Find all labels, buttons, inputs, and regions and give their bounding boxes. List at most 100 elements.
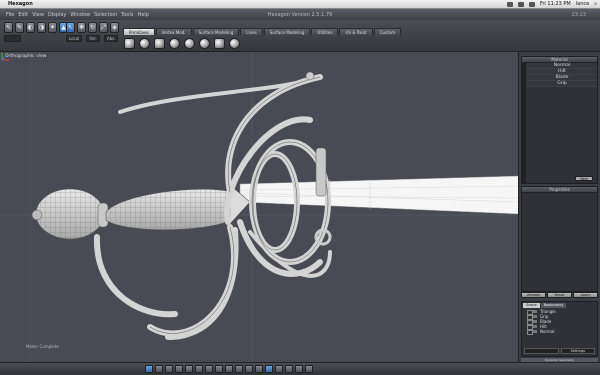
- tab-utilities[interactable]: Utilities: [311, 28, 339, 35]
- spotlight-icon[interactable]: ⌕: [594, 1, 597, 7]
- scene-item[interactable]: Normal: [522, 329, 597, 335]
- plane-primitive-icon[interactable]: [124, 38, 135, 49]
- tab-uv-paint[interactable]: UV & Paint: [339, 28, 373, 35]
- menu-window[interactable]: Window: [70, 12, 90, 18]
- sphere-primitive-icon[interactable]: [139, 38, 150, 49]
- torus-primitive-icon[interactable]: [199, 38, 210, 49]
- reset-button[interactable]: Reset: [547, 292, 572, 298]
- menubar-user[interactable]: lance: [576, 1, 589, 7]
- new-material-button[interactable]: New: [575, 176, 593, 181]
- scene-tabs: Scene Bookmarks: [523, 303, 596, 308]
- pommel: [31, 188, 109, 240]
- snap-field: [4, 35, 22, 42]
- grid-toggle-button[interactable]: [215, 365, 223, 373]
- tab-surface-modeling-2[interactable]: Surface Modeling: [263, 28, 311, 35]
- main-toolbar: ↖ ✎ ◐ ◑ ✦ ▲ ↖ ✥ ↻ ⤢ ◈ Local Rel. Abs.: [0, 20, 600, 52]
- right-panel: Material Normal Hilt Blade Grip New Prop…: [519, 52, 600, 362]
- tube-primitive-icon[interactable]: [229, 38, 240, 49]
- axis-gizmo-icon: [1, 53, 9, 61]
- cone-primitive-icon[interactable]: [184, 38, 195, 49]
- properties-buttons: Validate Reset Apply: [521, 292, 598, 298]
- wifi-icon[interactable]: [506, 1, 513, 7]
- tool-tabs: Primitives Vertex Mod. Surface Modeling …: [123, 28, 402, 35]
- view-top-button[interactable]: [155, 365, 163, 373]
- move-tool-button[interactable]: ✥: [77, 22, 86, 33]
- render-button[interactable]: [285, 365, 293, 373]
- mac-menubar: Hexagon Fri 11:23 PM lance ⌕: [0, 0, 600, 9]
- absolute-mode-button[interactable]: Abs.: [103, 35, 119, 42]
- view-perspective-button[interactable]: [145, 365, 153, 373]
- bottom-toolbar: [0, 362, 600, 375]
- bottom-buttons: [145, 365, 313, 373]
- tab-custom[interactable]: Custom: [373, 28, 402, 35]
- hilt-block: [315, 147, 327, 197]
- menu-edit[interactable]: Edit: [18, 12, 28, 18]
- rotate-tool-button[interactable]: ↻: [88, 22, 97, 33]
- pan-button[interactable]: [255, 365, 263, 373]
- coordinate-mode: Local Rel. Abs.: [66, 35, 119, 42]
- tab-surface-modeling[interactable]: Surface Modeling: [192, 28, 240, 35]
- material-item[interactable]: Grip: [527, 81, 597, 87]
- snapshot-button[interactable]: [295, 365, 303, 373]
- scene-settings-button[interactable]: Settings: [560, 348, 595, 354]
- app-clock: 23:23: [571, 11, 586, 18]
- menu-view[interactable]: View: [32, 12, 44, 18]
- menu-selection[interactable]: Selection: [94, 12, 117, 18]
- app-name-menu[interactable]: Hexagon: [8, 1, 33, 7]
- menubar-clock[interactable]: Fri 11:23 PM: [540, 1, 571, 7]
- deform-tool-button[interactable]: ◈: [110, 22, 119, 33]
- hilt-tip: [305, 71, 315, 81]
- smooth-tool-button[interactable]: ◑: [37, 22, 46, 33]
- scene-footer: Settings: [524, 348, 595, 354]
- snap-input[interactable]: [4, 35, 22, 42]
- volume-icon[interactable]: [517, 1, 524, 7]
- paint-tool-button[interactable]: ✎: [15, 22, 24, 33]
- scene-panel: Scene Bookmarks Triangle Grip Blade Hilt…: [521, 301, 598, 357]
- relative-mode-button[interactable]: Rel.: [86, 35, 100, 42]
- wireframe-button[interactable]: [185, 365, 193, 373]
- settings-icon[interactable]: [305, 365, 313, 373]
- shaded-button[interactable]: [195, 365, 203, 373]
- view-front-button[interactable]: [165, 365, 173, 373]
- rotate-view-button[interactable]: [265, 365, 273, 373]
- frame-selection-button[interactable]: [275, 365, 283, 373]
- system-tray: Fri 11:23 PM lance ⌕: [506, 1, 597, 7]
- apply-button[interactable]: Apply: [573, 292, 598, 298]
- cylinder-primitive-icon[interactable]: [169, 38, 180, 49]
- universal-manipulator-button[interactable]: ↖: [66, 22, 75, 33]
- menu-help[interactable]: Help: [137, 12, 148, 18]
- viewport-status: Mode: Complete: [26, 344, 59, 349]
- sculpt-tool-button[interactable]: ◐: [26, 22, 35, 33]
- zoom-button[interactable]: [245, 365, 253, 373]
- camera-button[interactable]: [225, 365, 233, 373]
- app-menu-bar: File Edit View Display Window Selection …: [0, 12, 149, 18]
- tab-lines[interactable]: Lines: [240, 28, 263, 35]
- local-mode-button[interactable]: Local: [66, 35, 83, 42]
- viewport-label: Orthographic view: [5, 54, 47, 59]
- material-preview-strip: [522, 63, 526, 183]
- disc-primitive-icon[interactable]: [214, 38, 225, 49]
- scene-search-field[interactable]: [524, 348, 559, 354]
- 3d-viewport[interactable]: Orthographic view Mode: Complete: [0, 52, 519, 362]
- tab-vertex-modeling[interactable]: Vertex Mod.: [155, 28, 192, 35]
- brush-tool-button[interactable]: ✦: [48, 22, 57, 33]
- cube-primitive-icon[interactable]: [154, 38, 165, 49]
- properties-panel: Properties: [521, 186, 598, 292]
- menu-display[interactable]: Display: [48, 12, 66, 18]
- properties-panel-title: Properties: [522, 187, 597, 193]
- menu-file[interactable]: File: [6, 12, 14, 18]
- textured-button[interactable]: [205, 365, 213, 373]
- battery-icon[interactable]: [528, 1, 535, 7]
- tab-scene[interactable]: Scene: [523, 303, 540, 308]
- material-panel: Material Normal Hilt Blade Grip New: [521, 56, 598, 184]
- blade: [239, 175, 518, 215]
- select-tool-button[interactable]: ↖: [4, 22, 13, 33]
- view-side-button[interactable]: [175, 365, 183, 373]
- scale-tool-button[interactable]: ⤢: [99, 22, 108, 33]
- tab-bookmarks[interactable]: Bookmarks: [540, 303, 567, 308]
- validate-button[interactable]: Validate: [521, 292, 546, 298]
- light-button[interactable]: [235, 365, 243, 373]
- file-tools: ↖ ✎ ◐ ◑ ✦ ▲: [4, 22, 68, 33]
- tab-primitives[interactable]: Primitives: [123, 28, 155, 35]
- menu-tools[interactable]: Tools: [121, 12, 133, 18]
